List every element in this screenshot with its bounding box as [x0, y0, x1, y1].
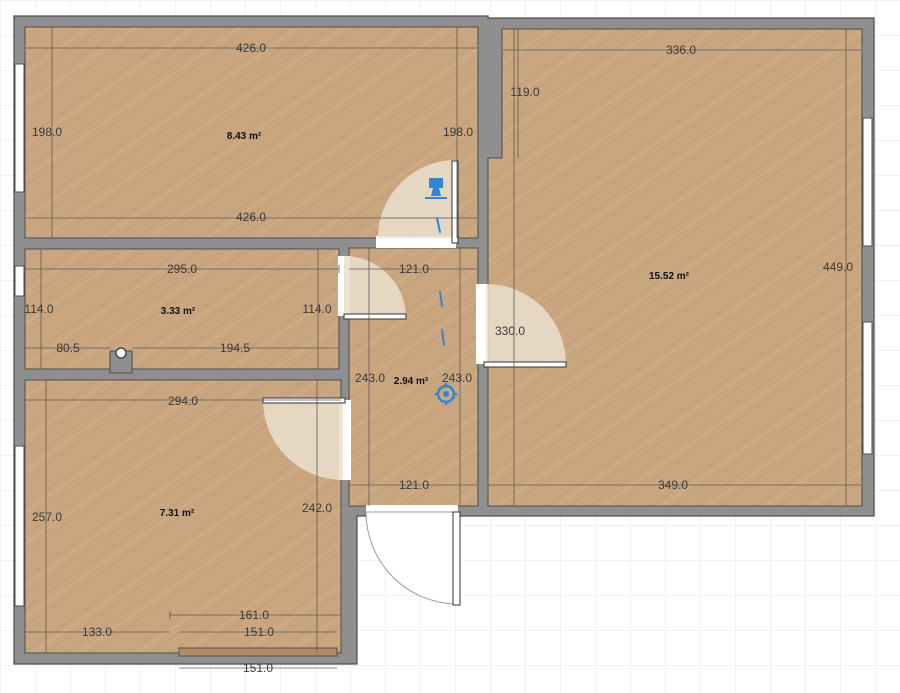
door-leaf-right — [483, 361, 567, 368]
column-marker — [115, 347, 127, 359]
dim-bottom-seg-a: 161.0 — [239, 608, 269, 622]
dim-bottom-left-height-right: 242.0 — [302, 501, 332, 515]
door-leaf-entrance — [452, 511, 461, 606]
dim-bottom-seg-d: 151.0 — [243, 661, 273, 675]
dim-hall-height-right: 243.0 — [442, 371, 472, 385]
area-label-top-left: 8.43 m² — [227, 131, 262, 142]
window-top-left — [14, 63, 25, 193]
dim-hall-height-left: 243.0 — [355, 371, 385, 385]
dim-top-left-width: 426.0 — [236, 41, 266, 55]
closet-strip — [178, 647, 338, 657]
room-right — [487, 28, 863, 507]
window-right-lower — [862, 321, 873, 455]
dim-hall-width-top: 121.0 — [399, 262, 429, 276]
window-bottom-left — [14, 445, 25, 607]
dim-small-height-right: 114.0 — [302, 302, 331, 316]
dim-right-width: 336.0 — [666, 43, 696, 57]
window-small — [14, 265, 25, 297]
dim-small-seg-b: 194.5 — [220, 341, 250, 355]
dim-top-left-height-left: 198.0 — [32, 125, 62, 139]
area-label-right: 15.52 m² — [649, 271, 690, 282]
dim-bottom-seg-c: 151.0 — [244, 625, 274, 639]
dim-small-seg-a: 80.5 — [56, 341, 80, 355]
dim-bottom-left-width: 294.0 — [168, 394, 198, 408]
door-leaf-bottom-left — [262, 397, 346, 404]
dim-bottom-seg-b: 133.0 — [82, 625, 112, 639]
dim-right-inner: 330.0 — [495, 324, 525, 338]
area-label-hall: 2.94 m² — [394, 376, 429, 387]
area-label-small: 3.33 m² — [161, 306, 196, 317]
dim-small-height-left: 114.0 — [24, 302, 53, 316]
dim-right-height: 449.0 — [823, 260, 853, 274]
dim-top-left-width-bottom: 426.0 — [236, 210, 266, 224]
door-leaf-small — [343, 313, 407, 320]
window-right-upper — [862, 117, 873, 247]
floor-plan: 426.0 198.0 198.0 426.0 336.0 119.0 449.… — [0, 0, 900, 693]
dim-right-upper-offset: 119.0 — [510, 85, 539, 99]
dim-hall-width-bottom: 121.0 — [399, 478, 429, 492]
dim-top-left-height-right: 198.0 — [443, 125, 473, 139]
area-label-bottom-left: 7.31 m² — [160, 508, 195, 519]
dim-right-width-bottom: 349.0 — [658, 478, 688, 492]
dim-bottom-left-height-left: 257.0 — [32, 510, 62, 524]
floor-plan-canvas: 426.0 198.0 198.0 426.0 336.0 119.0 449.… — [0, 0, 900, 693]
dim-small-width: 295.0 — [167, 262, 197, 276]
